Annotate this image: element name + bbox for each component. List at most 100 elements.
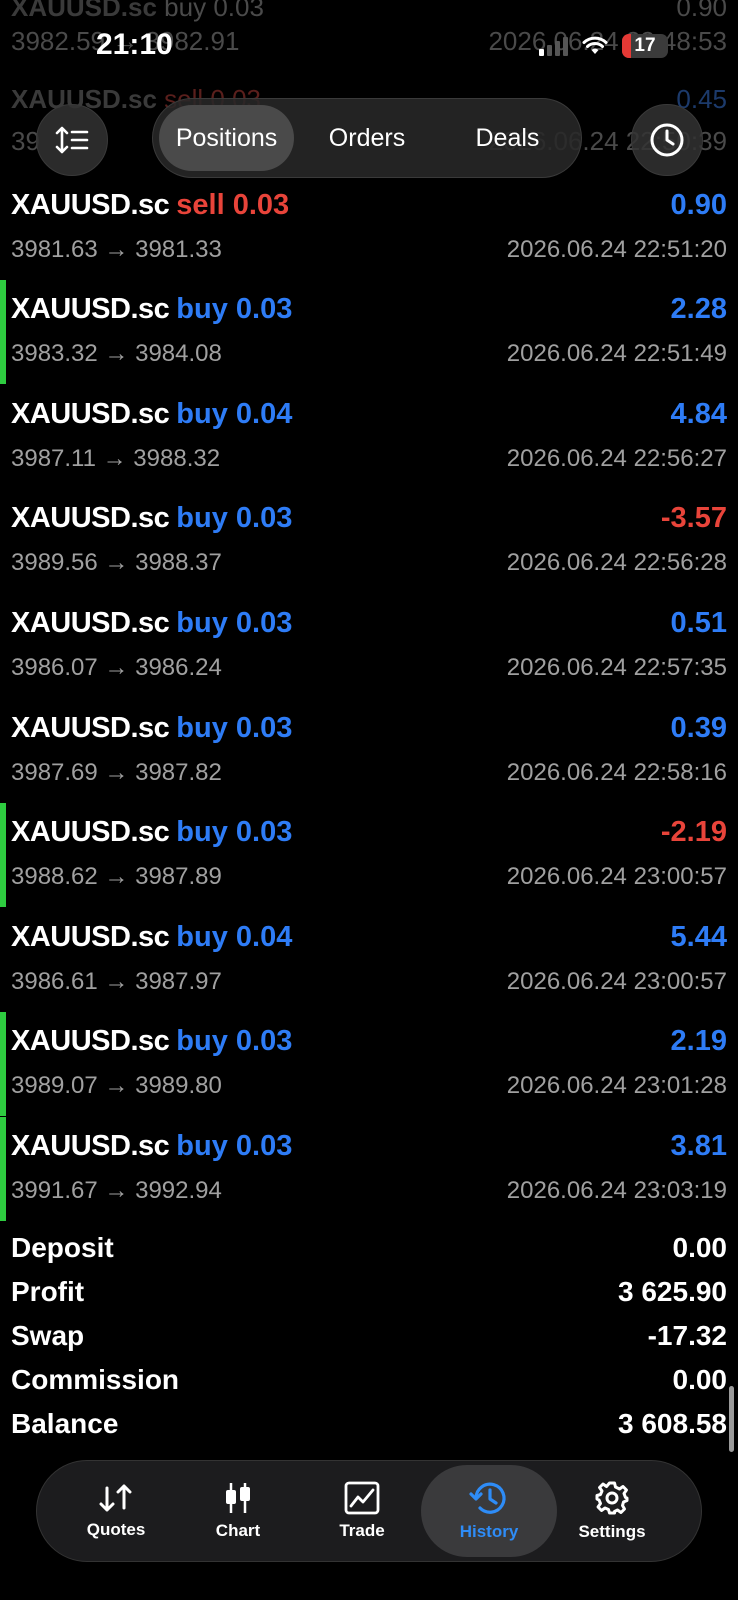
- deal-symbol: XAUUSD.sc: [11, 398, 170, 430]
- deal-profit: 2.19: [670, 1025, 727, 1057]
- deal-time: 2026.06.24 23:01:28: [506, 1072, 727, 1099]
- tab-label: Trade: [339, 1521, 385, 1540]
- summary-balance: Balance 3 608.58: [11, 1408, 727, 1452]
- deal-time: 2026.06.24 23:03:19: [506, 1177, 727, 1204]
- tab-positions[interactable]: Positions: [159, 105, 295, 171]
- ghost-symbol: XAUUSD.sc: [11, 0, 157, 22]
- deal-profit: 4.84: [670, 398, 727, 430]
- quotes-icon: [99, 1484, 132, 1512]
- deal-time: 2026.06.24 22:51:49: [506, 340, 727, 367]
- deal-side: buy 0.03: [176, 712, 293, 744]
- summary-label: Swap: [11, 1320, 85, 1351]
- deal-prices: 3989.07 → 3989.80: [11, 1072, 222, 1099]
- sort-icon: [55, 126, 89, 154]
- ghost-row-1: XAUUSD.sc buy 0.03 0.90: [11, 0, 727, 22]
- deal-prices: 3986.61 → 3987.97: [11, 968, 222, 995]
- ghost-side: buy 0.03: [164, 0, 264, 22]
- deal-row[interactable]: XAUUSD.sc buy 0.03 0.51 3986.07 → 3986.24…: [0, 594, 738, 698]
- summary-value: 3 625.90: [618, 1276, 727, 1307]
- deal-prices: 3991.67 → 3992.94: [11, 1177, 222, 1204]
- deal-time: 2026.06.24 22:56:28: [506, 549, 727, 576]
- deal-row[interactable]: XAUUSD.sc buy 0.03 0.39 3987.69 → 3987.82…: [0, 699, 738, 803]
- deal-time: 2026.06.24 23:00:57: [506, 968, 727, 995]
- summary-value: 3 608.58: [618, 1408, 727, 1439]
- tab-trade[interactable]: Trade: [297, 1465, 427, 1557]
- summary-label: Profit: [11, 1276, 85, 1307]
- deal-symbol: XAUUSD.sc: [11, 293, 170, 325]
- deal-side: buy 0.03: [176, 502, 293, 534]
- deal-time: 2026.06.24 22:51:20: [506, 236, 727, 263]
- deal-side: buy 0.03: [176, 816, 293, 848]
- deal-row[interactable]: XAUUSD.sc buy 0.04 5.44 3986.61 → 3987.97…: [0, 908, 738, 1012]
- deal-prices: 3986.07 → 3986.24: [11, 654, 222, 681]
- summary-deposit: Deposit 0.00: [11, 1232, 727, 1276]
- status-icons: 17: [539, 34, 668, 58]
- battery-level: 17: [634, 35, 656, 56]
- summary-value: 0.00: [672, 1364, 728, 1395]
- deal-row[interactable]: XAUUSD.sc sell 0.03 0.90 3981.63 → 3981.3…: [0, 176, 738, 280]
- tab-label: Chart: [215, 1521, 261, 1540]
- clock-icon: [650, 123, 684, 157]
- ghost-profit: 0.90: [676, 0, 727, 22]
- deal-row[interactable]: XAUUSD.sc buy 0.03 3.81 3991.67 → 3992.94…: [0, 1117, 738, 1221]
- wifi-icon: [582, 36, 608, 54]
- deal-prices: 3989.56 → 3988.37: [11, 549, 222, 576]
- sort-button[interactable]: [36, 104, 108, 176]
- tab-label: History: [459, 1522, 519, 1541]
- deal-profit: 5.44: [670, 921, 727, 953]
- tab-label: Quotes: [86, 1520, 146, 1539]
- deal-side: buy 0.03: [176, 607, 293, 639]
- scroll-indicator[interactable]: [729, 1386, 734, 1452]
- battery-icon: 17: [622, 34, 668, 58]
- deal-profit: 0.39: [670, 712, 727, 744]
- deal-time: 2026.06.24 22:57:35: [506, 654, 727, 681]
- summary-label: Commission: [11, 1364, 180, 1395]
- tab-quotes[interactable]: Quotes: [51, 1465, 181, 1557]
- tab-label: Settings: [578, 1522, 646, 1541]
- tab-history[interactable]: History: [421, 1465, 557, 1557]
- deal-side: buy 0.03: [176, 1130, 293, 1162]
- deal-side: sell 0.03: [176, 189, 290, 221]
- status-time: 21:10: [96, 28, 173, 61]
- deal-row[interactable]: XAUUSD.sc buy 0.03 -2.19 3988.62 → 3987.8…: [0, 803, 738, 907]
- tab-chart[interactable]: Chart: [173, 1465, 303, 1557]
- summary-value: 0.00: [672, 1232, 728, 1263]
- summary-commission: Commission 0.00: [11, 1364, 727, 1408]
- trade-icon: [344, 1481, 380, 1515]
- deal-marker: [0, 280, 6, 384]
- deal-side: buy 0.03: [176, 293, 293, 325]
- cellular-signal-icon: [539, 36, 568, 56]
- history-segment-control: Positions Orders Deals: [152, 98, 582, 178]
- tab-deals[interactable]: Deals: [440, 105, 575, 171]
- tab-orders[interactable]: Orders: [294, 105, 440, 171]
- summary-label: Deposit: [11, 1232, 114, 1263]
- summary-label: Balance: [11, 1408, 119, 1439]
- deal-prices: 3988.62 → 3987.89: [11, 863, 222, 890]
- deal-symbol: XAUUSD.sc: [11, 607, 170, 639]
- deal-symbol: XAUUSD.sc: [11, 502, 170, 534]
- deal-symbol: XAUUSD.sc: [11, 1025, 170, 1057]
- deal-marker: [0, 803, 6, 907]
- period-button[interactable]: [631, 104, 703, 176]
- deal-profit: 3.81: [670, 1130, 727, 1162]
- deal-symbol: XAUUSD.sc: [11, 1130, 170, 1162]
- bottom-tab-bar: Quotes Chart Trade History Settings: [36, 1460, 702, 1562]
- deal-marker: [0, 1117, 6, 1221]
- summary-profit: Profit 3 625.90: [11, 1276, 727, 1320]
- deal-profit: -3.57: [660, 502, 727, 534]
- deal-row[interactable]: XAUUSD.sc buy 0.03 2.28 3983.32 → 3984.08…: [0, 280, 738, 384]
- deal-row[interactable]: XAUUSD.sc buy 0.03 2.19 3989.07 → 3989.80…: [0, 1012, 738, 1116]
- deal-row[interactable]: XAUUSD.sc buy 0.04 4.84 3987.11 → 3988.32…: [0, 385, 738, 489]
- deal-symbol: XAUUSD.sc: [11, 189, 170, 221]
- deal-profit: -2.19: [660, 816, 727, 848]
- deal-profit: 0.90: [670, 189, 727, 221]
- deal-prices: 3983.32 → 3984.08: [11, 340, 222, 367]
- tab-settings[interactable]: Settings: [547, 1465, 677, 1557]
- deal-row[interactable]: XAUUSD.sc buy 0.03 -3.57 3989.56 → 3988.3…: [0, 489, 738, 593]
- deal-symbol: XAUUSD.sc: [11, 921, 170, 953]
- chart-icon: [226, 1483, 250, 1513]
- deal-side: buy 0.04: [176, 921, 293, 953]
- deal-profit: 0.51: [670, 607, 727, 639]
- deal-time: 2026.06.24 22:56:27: [506, 445, 727, 472]
- summary-swap: Swap -17.32: [11, 1320, 727, 1364]
